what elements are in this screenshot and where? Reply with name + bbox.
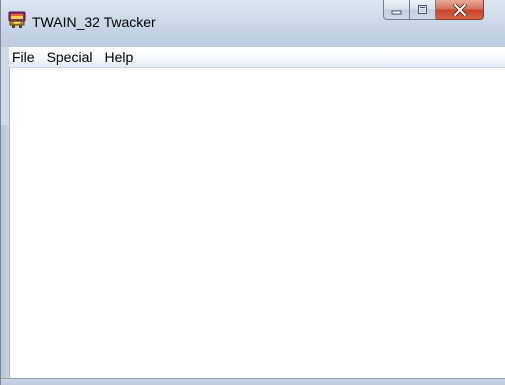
menu-bar: File Special Help	[9, 47, 505, 68]
menu-file[interactable]: File	[9, 48, 41, 67]
close-button[interactable]	[436, 0, 484, 20]
window-title: TWAIN_32 Twacker	[32, 14, 156, 30]
title-bar[interactable]: TWAIN_32 Twacker	[1, 0, 505, 47]
close-icon	[452, 3, 467, 16]
left-window-frame	[1, 125, 9, 378]
menu-help[interactable]: Help	[98, 48, 139, 67]
maximize-icon	[417, 4, 428, 15]
maximize-button[interactable]	[410, 0, 436, 20]
client-area[interactable]	[9, 68, 505, 378]
bottom-window-frame[interactable]	[1, 378, 505, 385]
caption-buttons	[383, 0, 484, 21]
app-window: TWAIN_32 Twacker File Special Help	[0, 0, 505, 385]
twacker-app-icon[interactable]	[8, 11, 26, 29]
minimize-button[interactable]	[383, 0, 410, 20]
minimize-icon	[391, 4, 402, 15]
menu-special[interactable]: Special	[41, 48, 99, 67]
